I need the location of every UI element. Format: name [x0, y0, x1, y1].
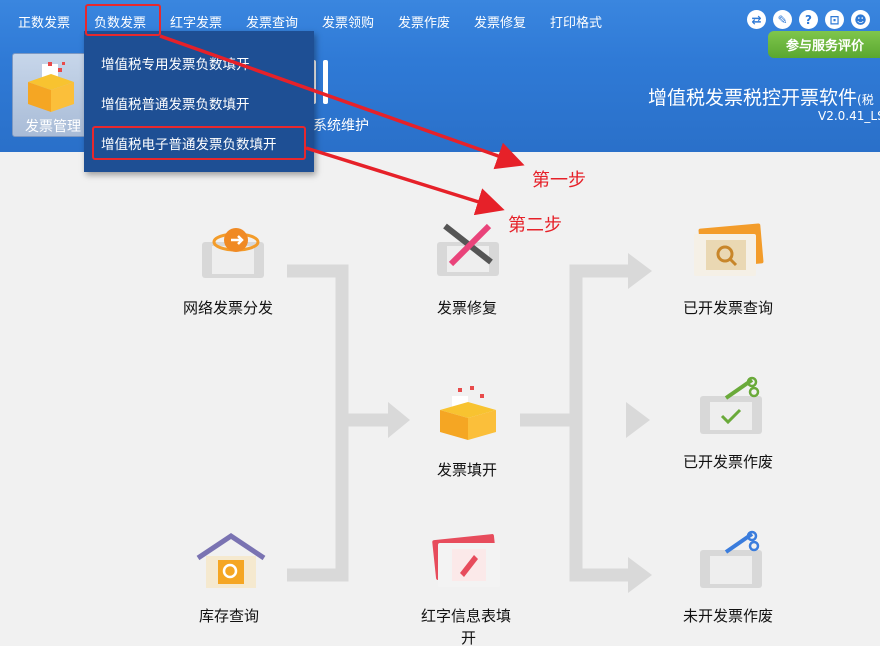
- switch-icon[interactable]: ⇄: [747, 10, 766, 29]
- stock-query-label[interactable]: 库存查询: [199, 605, 259, 626]
- unissued-void-label[interactable]: 未开发票作废: [683, 605, 773, 626]
- step-two-label: 第二步: [508, 215, 562, 236]
- network-distribute-label[interactable]: 网络发票分发: [183, 297, 273, 318]
- menu-red-invoice[interactable]: 红字发票: [170, 12, 222, 31]
- menu-invoice-repair[interactable]: 发票修复: [474, 12, 526, 31]
- red-info-icon[interactable]: [428, 533, 508, 593]
- window-icons: ⇄ ✎ ? ⊡ ☻: [747, 10, 870, 29]
- invoice-repair-label[interactable]: 发票修复: [437, 297, 497, 318]
- invoice-repair-icon[interactable]: [433, 220, 503, 280]
- invoice-management-label: 发票管理: [25, 119, 81, 135]
- dropdown-item-general-negative[interactable]: 增值税普通发票负数填开: [101, 93, 250, 113]
- arrow-step-two: [305, 146, 505, 216]
- red-info-label-line2[interactable]: 开: [461, 627, 476, 646]
- invoice-issue-label[interactable]: 发票填开: [437, 459, 497, 480]
- issued-query-label[interactable]: 已开发票查询: [683, 297, 773, 318]
- red-info-label-line1[interactable]: 红字信息表填: [421, 605, 511, 626]
- lock-icon[interactable]: ⊡: [825, 10, 844, 29]
- invoice-issue-icon[interactable]: [436, 384, 500, 444]
- menu-invoice-query[interactable]: 发票查询: [246, 12, 298, 31]
- highlight-box-menu: [85, 4, 161, 36]
- dropdown-item-special-negative[interactable]: 增值税专用发票负数填开: [101, 53, 250, 73]
- invoice-management-button[interactable]: 发票管理: [12, 53, 88, 137]
- help-icon[interactable]: ?: [799, 10, 818, 29]
- highlight-box-dropdown-item: [92, 126, 306, 160]
- menu-invoice-void[interactable]: 发票作废: [398, 12, 450, 31]
- issued-void-label[interactable]: 已开发票作废: [683, 451, 773, 472]
- app-title: 增值税发票税控开票软件(税: [648, 87, 874, 109]
- note-icon[interactable]: ✎: [773, 10, 792, 29]
- service-feedback-button[interactable]: 参与服务评价: [768, 31, 880, 58]
- network-distribute-icon[interactable]: [198, 224, 268, 284]
- stock-query-icon[interactable]: [194, 532, 268, 592]
- invoice-box-icon: [28, 62, 74, 112]
- user-icon[interactable]: ☻: [851, 10, 870, 29]
- menu-invoice-purchase[interactable]: 发票领购: [322, 12, 374, 31]
- issued-void-icon[interactable]: [696, 376, 766, 440]
- app-version: V2.0.41_LS: [818, 109, 880, 123]
- unissued-void-icon[interactable]: [696, 530, 766, 594]
- step-one-label: 第一步: [532, 170, 586, 191]
- system-maintenance-label[interactable]: 系统维护: [313, 115, 369, 135]
- menu-print-format[interactable]: 打印格式: [550, 12, 602, 31]
- issued-query-icon[interactable]: [690, 222, 770, 282]
- menu-positive-invoice[interactable]: 正数发票: [18, 12, 70, 31]
